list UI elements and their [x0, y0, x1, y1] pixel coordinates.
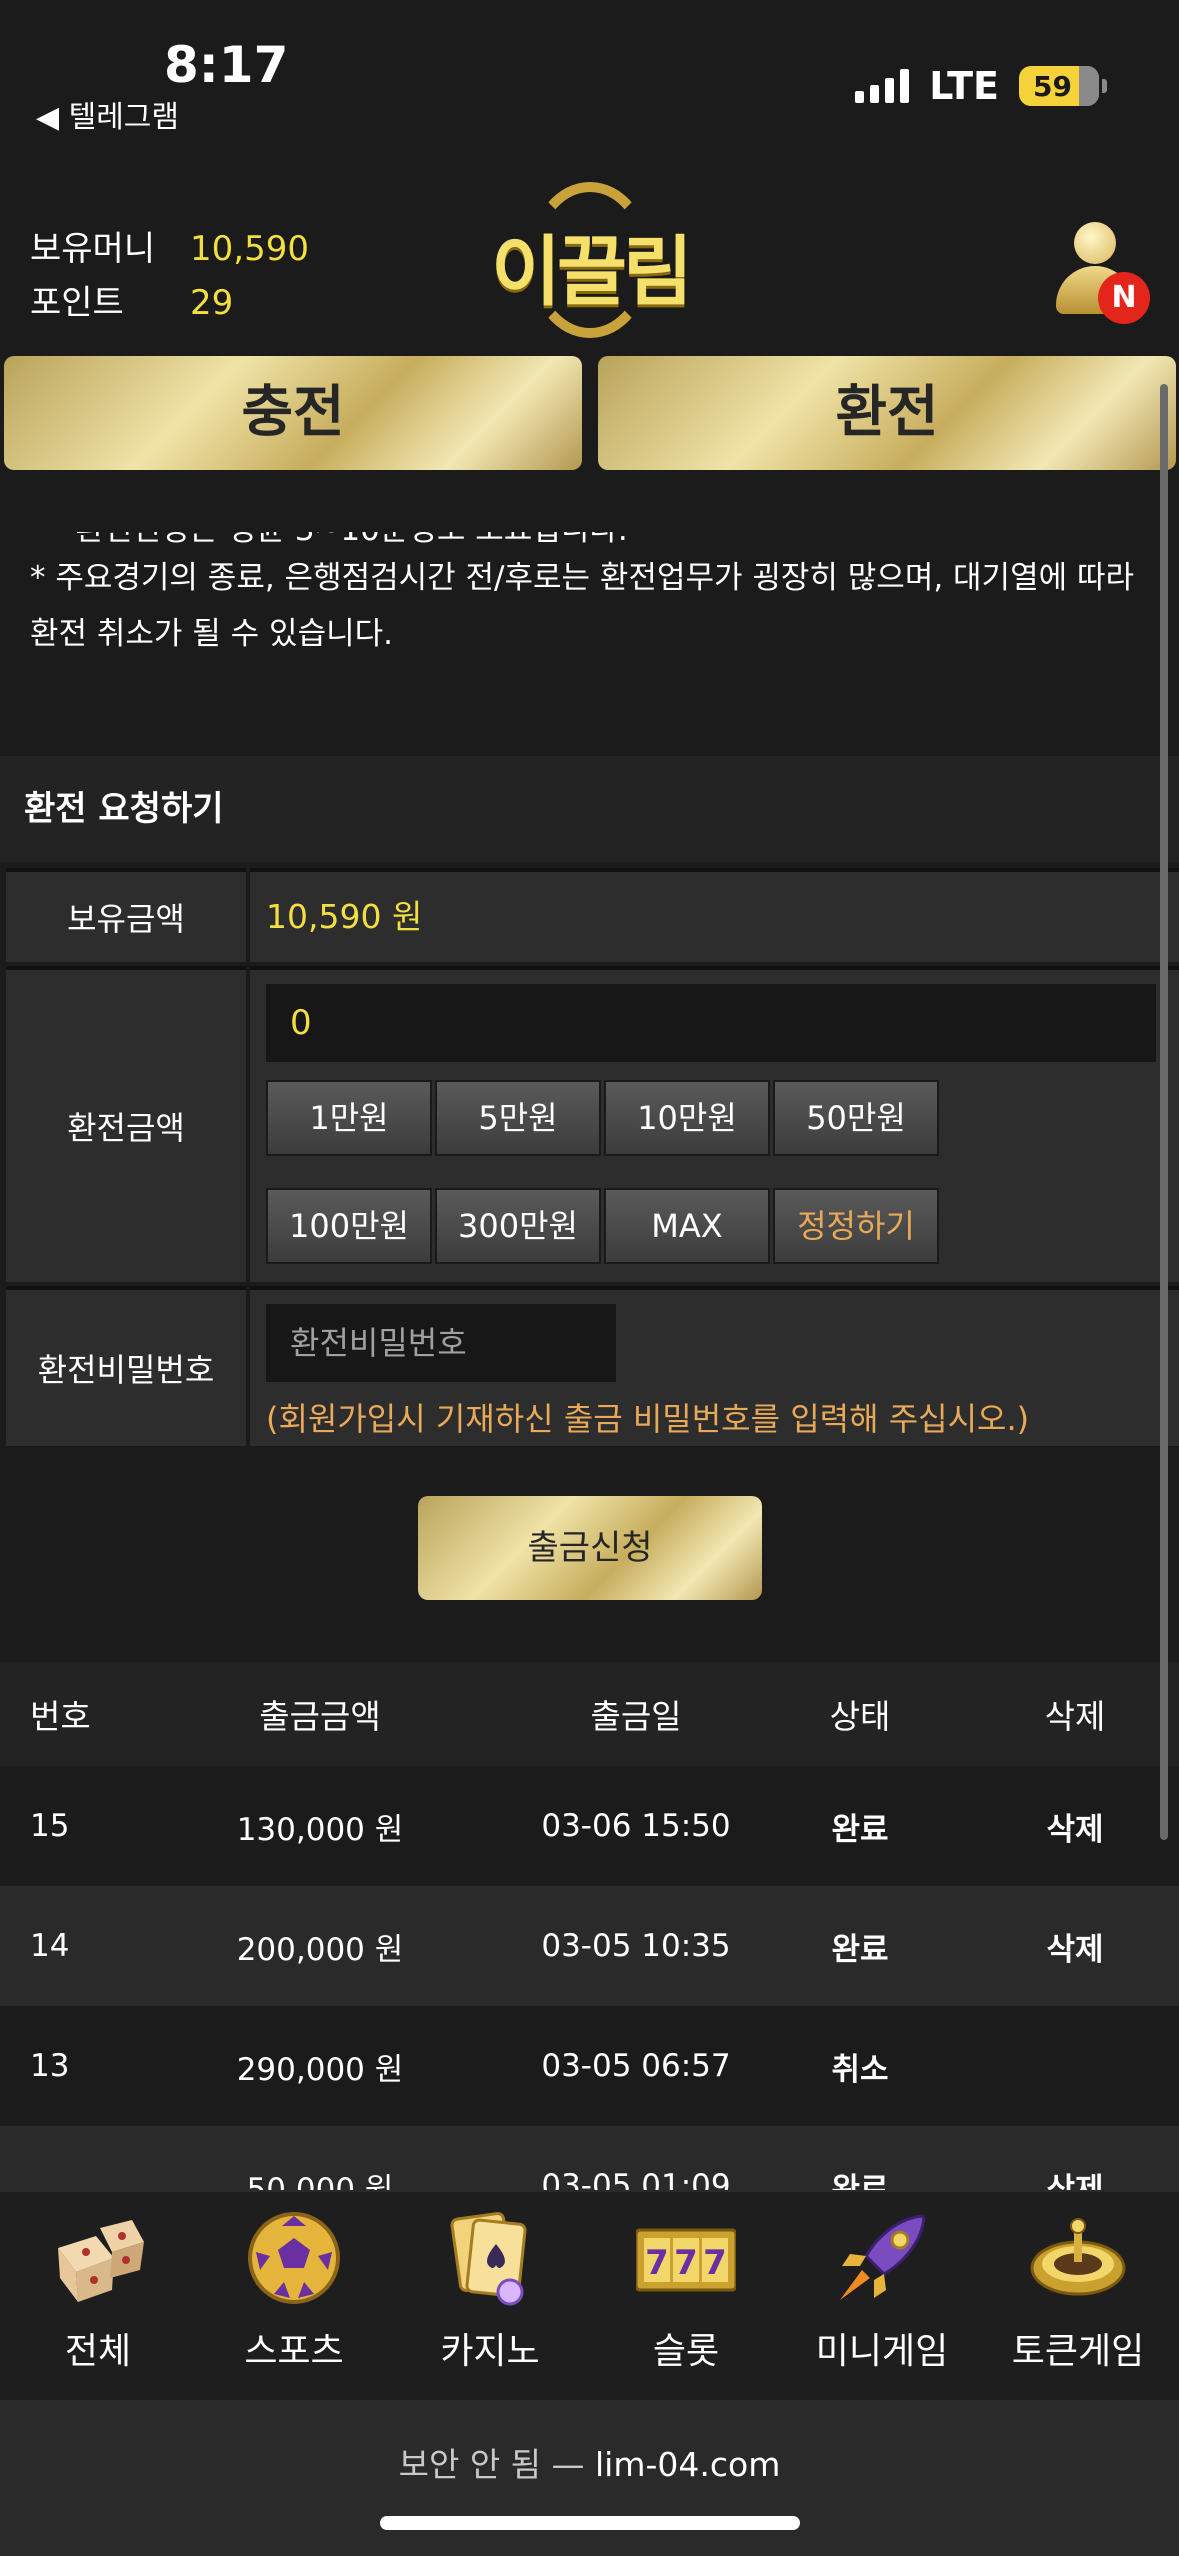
- nav-label-slot: 슬롯: [652, 2331, 720, 2372]
- header-status: 상태: [829, 1697, 891, 1736]
- home-indicator[interactable]: [380, 2516, 800, 2530]
- withdraw-request-button[interactable]: 출금신청: [418, 1496, 762, 1600]
- row-number: 15: [30, 1808, 70, 1844]
- roulette-icon: [1030, 2218, 1126, 2296]
- soccer-ball-icon: [248, 2212, 340, 2304]
- back-to-telegram-link[interactable]: ◀ 텔레그램: [36, 92, 179, 136]
- points-label: 포인트: [30, 283, 124, 323]
- nav-label-token-game: 토큰게임: [1011, 2331, 1145, 2372]
- balance-value: 10,590: [190, 229, 309, 269]
- row-date: 03-06 15:50: [541, 1808, 731, 1844]
- notice-text: * 주요경기의 종료, 은행점검시간 전/후로는 환전업무가 굉장히 많으며, …: [30, 560, 1135, 652]
- battery-level: 59: [1033, 69, 1072, 103]
- row-date: 03-05 06:57: [541, 2048, 731, 2084]
- held-amount-value: 10,590 원: [266, 897, 423, 936]
- amount-10k-button[interactable]: 1만원: [266, 1080, 432, 1156]
- amount-3m-button[interactable]: 300만원: [435, 1188, 601, 1264]
- logo-text: 이끌림: [491, 227, 693, 316]
- row-amount: 290,000 원: [236, 2051, 404, 2088]
- user-profile-button[interactable]: N: [1052, 218, 1152, 328]
- row-delete-button[interactable]: 삭제: [1010, 1886, 1140, 2006]
- signal-icon: [855, 69, 910, 103]
- site-logo[interactable]: 이끌림: [488, 182, 693, 338]
- row-delete-button[interactable]: 삭제: [1010, 1766, 1140, 1886]
- held-amount-label: 보유금액: [6, 868, 246, 962]
- network-type: LTE: [929, 64, 999, 108]
- header-date: 출금일: [590, 1697, 682, 1736]
- exchange-notice: * 환전신청은 평균 3~10분정도 소요됩니다. * 주요경기의 종료, 은행…: [30, 532, 1160, 662]
- nav-item-token-game[interactable]: 토큰게임: [980, 2192, 1176, 2402]
- section-title: 환전 요청하기: [0, 756, 1179, 862]
- nav-label-sports: 스포츠: [244, 2331, 344, 2372]
- amount-50k-button[interactable]: 5만원: [435, 1080, 601, 1156]
- user-avatar-icon: [1074, 222, 1116, 264]
- amount-max-button[interactable]: MAX: [604, 1188, 770, 1264]
- exchange-password-cell: 환전비밀번호 (회원가입시 기재하신 출금 비밀번호를 입력해 주십시오.): [250, 1286, 1179, 1446]
- row-date: 03-05 10:35: [541, 1928, 731, 1964]
- bottom-navigation: 전체 스포츠 카지노 7 7 7 슬롯 미니게임 토큰게임: [0, 2190, 1179, 2400]
- row-amount: 200,000 원: [236, 1931, 404, 1968]
- row-status: 취소: [831, 2051, 889, 2088]
- nav-item-all[interactable]: 전체: [0, 2192, 196, 2402]
- exchange-amount-cell: 0 1만원 5만원 10만원 50만원 100만원 300만원 MAX 정정하기: [250, 966, 1179, 1282]
- nav-label-all: 전체: [64, 2331, 132, 2372]
- svg-text:7: 7: [645, 2243, 669, 2283]
- row-status: 완료: [831, 1811, 889, 1848]
- status-time: 8:17: [164, 36, 289, 94]
- exchange-button[interactable]: 환전: [598, 356, 1176, 470]
- row-status: 완료: [831, 1931, 889, 1968]
- header-delete: 삭제: [1044, 1697, 1106, 1736]
- points-value: 29: [190, 283, 234, 323]
- rocket-icon: [840, 2214, 926, 2300]
- row-number: 14: [30, 1928, 70, 1964]
- battery-icon: 59: [1019, 66, 1107, 106]
- table-row: 13 290,000 원 03-05 06:57 취소: [0, 2006, 1179, 2126]
- exchange-amount-input[interactable]: 0: [266, 984, 1156, 1062]
- nav-item-casino[interactable]: 카지노: [392, 2192, 588, 2402]
- nav-item-slot[interactable]: 7 7 7 슬롯: [588, 2192, 784, 2402]
- password-hint: (회원가입시 기재하신 출금 비밀번호를 입력해 주십시오.): [266, 1400, 1030, 1438]
- nav-label-casino: 카지노: [440, 2331, 540, 2372]
- svg-text:7: 7: [703, 2243, 727, 2283]
- amount-reset-button[interactable]: 정정하기: [773, 1188, 939, 1264]
- playing-cards-icon: [450, 2212, 527, 2306]
- amount-1m-button[interactable]: 100만원: [266, 1188, 432, 1264]
- charge-button[interactable]: 충전: [4, 356, 582, 470]
- dice-icon: [58, 2220, 144, 2302]
- row-delete-button[interactable]: [1010, 2006, 1140, 2126]
- header-amount: 출금금액: [259, 1697, 381, 1736]
- exchange-password-input[interactable]: 환전비밀번호: [266, 1304, 616, 1382]
- page-scrollbar[interactable]: [1160, 384, 1168, 1840]
- nav-item-sports[interactable]: 스포츠: [196, 2192, 392, 2402]
- held-amount-cell: 10,590 원: [250, 868, 1179, 962]
- browser-address-bar[interactable]: 보안 안 됨 — lim-04.com: [0, 2400, 1179, 2556]
- slot-777-icon: 7 7 7: [636, 2228, 736, 2292]
- notification-badge: N: [1098, 272, 1150, 324]
- header-number: 번호: [30, 1697, 91, 1736]
- security-warning: 보안 안 됨 —: [398, 2445, 596, 2484]
- notice-partial-line: * 환전신청은 평균 3~10분정도 소요됩니다.: [50, 512, 628, 548]
- address-text: 보안 안 됨 — lim-04.com: [0, 2438, 1179, 2486]
- row-amount: 130,000 원: [236, 1811, 404, 1848]
- svg-text:7: 7: [674, 2243, 698, 2283]
- amount-500k-button[interactable]: 50만원: [773, 1080, 939, 1156]
- site-domain: lim-04.com: [595, 2445, 781, 2484]
- nav-item-minigame[interactable]: 미니게임: [784, 2192, 980, 2402]
- history-table-header: 번호 출금금액 출금일 상태 삭제: [0, 1662, 1179, 1766]
- table-row: 14 200,000 원 03-05 10:35 완료 삭제: [0, 1886, 1179, 2006]
- status-indicators: LTE 59: [855, 64, 1107, 108]
- exchange-amount-label: 환전금액: [6, 966, 246, 1282]
- balance-label: 보유머니: [30, 229, 156, 269]
- exchange-password-label: 환전비밀번호: [6, 1286, 246, 1446]
- row-number: 13: [30, 2048, 70, 2084]
- wallet-summary: 보유머니 10,590 포인트 29: [30, 222, 309, 330]
- nav-label-minigame: 미니게임: [815, 2331, 949, 2372]
- amount-100k-button[interactable]: 10만원: [604, 1080, 770, 1156]
- table-row: 15 130,000 원 03-06 15:50 완료 삭제: [0, 1766, 1179, 1886]
